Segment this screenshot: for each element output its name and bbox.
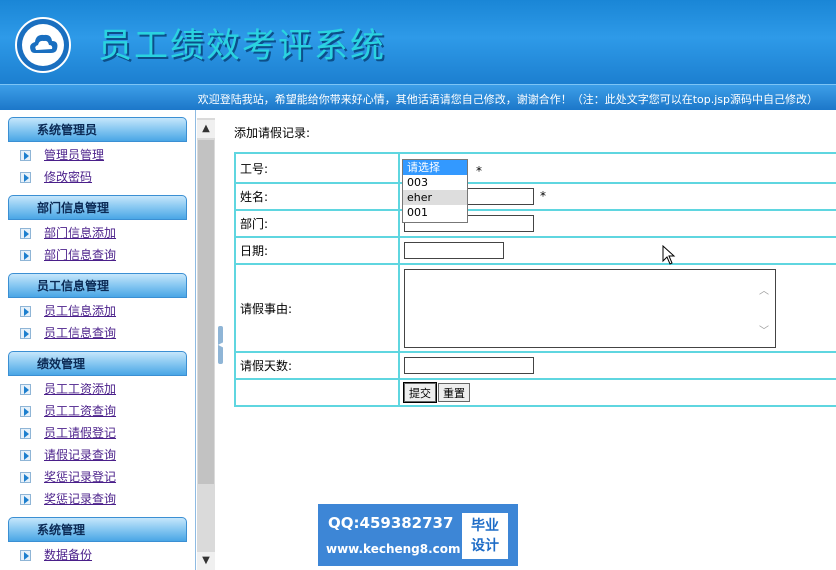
arrow-right-icon [20, 328, 31, 339]
reason-label: 请假事由: [234, 263, 400, 353]
submit-button[interactable]: 提交 [403, 382, 437, 403]
watermark-badge: 毕业 设计 [462, 513, 508, 559]
scroll-up-icon[interactable]: ▲ [197, 120, 215, 138]
nav-link[interactable]: 管理员管理 [44, 148, 104, 162]
form-row-employee-id: 工号: * [234, 152, 836, 184]
chevron-up-icon: ︿ [759, 285, 769, 297]
dropdown-option[interactable]: 001 [403, 205, 467, 220]
page-title: 添加请假记录: [234, 126, 311, 140]
arrow-right-icon [20, 250, 31, 261]
form-row-name: 姓名: * [234, 182, 836, 211]
actions-cell: 提交 重置 [398, 378, 836, 407]
nav-link[interactable]: 部门信息查询 [44, 248, 116, 262]
nav-link[interactable]: 部门信息添加 [44, 226, 116, 240]
nav-link[interactable]: 修改密码 [44, 170, 92, 184]
sidebar-item-backup[interactable]: 数据备份 [0, 544, 195, 566]
form-row-department: 部门: [234, 209, 836, 238]
mouse-cursor-icon [662, 245, 676, 265]
header: 员工绩效考评系统 [0, 0, 836, 84]
dropdown-option[interactable]: eher [403, 190, 467, 205]
arrow-right-icon [20, 550, 31, 561]
sidebar-item-salary-add[interactable]: 员工工资添加 [0, 378, 195, 400]
arrow-right-icon [20, 472, 31, 483]
sidebar-scrollbar[interactable]: ▲ ▼ [197, 118, 215, 570]
scroll-thumb[interactable] [198, 140, 214, 484]
department-label: 部门: [234, 209, 400, 238]
sidebar-item-leave-register[interactable]: 员工请假登记 [0, 422, 195, 444]
app-title: 员工绩效考评系统 [98, 26, 386, 66]
nav-link[interactable]: 奖惩记录登记 [44, 470, 116, 484]
nav-link[interactable]: 请假记录查询 [44, 448, 116, 462]
arrow-right-icon [20, 306, 31, 317]
arrow-right-icon [20, 494, 31, 505]
watermark-badge-line1: 毕业 [471, 518, 499, 534]
banner-text: 欢迎登陆我站，希望能给你带来好心情，其他话语请您自己修改，谢谢合作！（注：此处文… [197, 93, 818, 106]
arrow-right-icon [20, 384, 31, 395]
welcome-banner: 欢迎登陆我站，希望能给你带来好心情，其他话语请您自己修改，谢谢合作！（注：此处文… [0, 84, 836, 110]
sidebar-item-employee-query[interactable]: 员工信息查询 [0, 322, 195, 344]
sidebar: 系统管理员 管理员管理 修改密码 部门信息管理 部门信息添加 部门信息查询 员工… [0, 110, 196, 570]
form-row-reason: 请假事由: ︿ ﹀ [234, 263, 836, 353]
watermark-qq: QQ:459382737 [328, 514, 454, 532]
sidebar-item-employee-add[interactable]: 员工信息添加 [0, 300, 195, 322]
employee-id-dropdown[interactable]: 请选择 003 eher 001 [402, 159, 468, 223]
nav-link[interactable]: 员工请假登记 [44, 426, 116, 440]
sidebar-item-reward-register[interactable]: 奖惩记录登记 [0, 466, 195, 488]
watermark-badge-line2: 设计 [471, 538, 499, 554]
required-mark: * [476, 164, 482, 178]
sidebar-item-reward-query[interactable]: 奖惩记录查询 [0, 488, 195, 510]
sidebar-group-performance[interactable]: 绩效管理 [8, 351, 187, 376]
arrow-right-icon [20, 450, 31, 461]
sidebar-group-department[interactable]: 部门信息管理 [8, 195, 187, 220]
nav-link[interactable]: 奖惩记录查询 [44, 492, 116, 506]
nav-link[interactable]: 员工工资查询 [44, 404, 116, 418]
sidebar-item-admin-manage[interactable]: 管理员管理 [0, 144, 195, 166]
days-cell [398, 351, 836, 380]
empty-cell [234, 378, 400, 407]
sidebar-group-system[interactable]: 系统管理 [8, 517, 187, 542]
cloud-logo-icon [15, 17, 71, 73]
nav-link[interactable]: 数据备份 [44, 548, 92, 562]
chevron-down-icon: ﹀ [759, 325, 769, 337]
sidebar-group-employee[interactable]: 员工信息管理 [8, 273, 187, 298]
date-input[interactable] [404, 242, 504, 259]
arrow-right-icon [20, 406, 31, 417]
nav-link[interactable]: 员工信息查询 [44, 326, 116, 340]
reason-textarea[interactable]: ︿ ﹀ [404, 268, 776, 348]
watermark: QQ:459382737 www.kecheng8.com 毕业 设计 [318, 504, 518, 566]
form-row-date: 日期: [234, 236, 836, 265]
collapse-sidebar-icon[interactable]: ◀ [218, 326, 224, 364]
frame-splitter[interactable]: ◀ [215, 118, 225, 570]
name-label: 姓名: [234, 182, 400, 211]
leave-form: 工号: * 姓名: * 部门: 日期: 请假事由: ︿ ﹀ 请假天数: 提交 重… [234, 152, 836, 407]
sidebar-item-change-password[interactable]: 修改密码 [0, 166, 195, 188]
sidebar-item-salary-query[interactable]: 员工工资查询 [0, 400, 195, 422]
dropdown-option[interactable]: 003 [403, 175, 467, 190]
date-cell [398, 236, 836, 265]
main-content: 添加请假记录: 工号: * 姓名: * 部门: 日期: 请假事由: ︿ ﹀ 请假… [226, 110, 836, 570]
watermark-url: www.kecheng8.com [326, 542, 461, 556]
date-label: 日期: [234, 236, 400, 265]
form-row-actions: 提交 重置 [234, 378, 836, 407]
sidebar-item-department-add[interactable]: 部门信息添加 [0, 222, 195, 244]
sidebar-item-department-query[interactable]: 部门信息查询 [0, 244, 195, 266]
scroll-down-icon[interactable]: ▼ [197, 552, 215, 570]
form-row-days: 请假天数: [234, 351, 836, 380]
required-mark: * [540, 189, 546, 203]
nav-link[interactable]: 员工工资添加 [44, 382, 116, 396]
arrow-right-icon [20, 228, 31, 239]
days-label: 请假天数: [234, 351, 400, 380]
nav-link[interactable]: 员工信息添加 [44, 304, 116, 318]
sidebar-group-system-admin[interactable]: 系统管理员 [8, 117, 187, 142]
employee-id-label: 工号: [234, 152, 400, 184]
arrow-right-icon [20, 150, 31, 161]
arrow-right-icon [20, 172, 31, 183]
dropdown-option[interactable]: 请选择 [403, 160, 467, 175]
sidebar-item-leave-query[interactable]: 请假记录查询 [0, 444, 195, 466]
reset-button[interactable]: 重置 [438, 383, 470, 402]
days-input[interactable] [404, 357, 534, 374]
arrow-right-icon [20, 428, 31, 439]
reason-cell: ︿ ﹀ [398, 263, 836, 353]
